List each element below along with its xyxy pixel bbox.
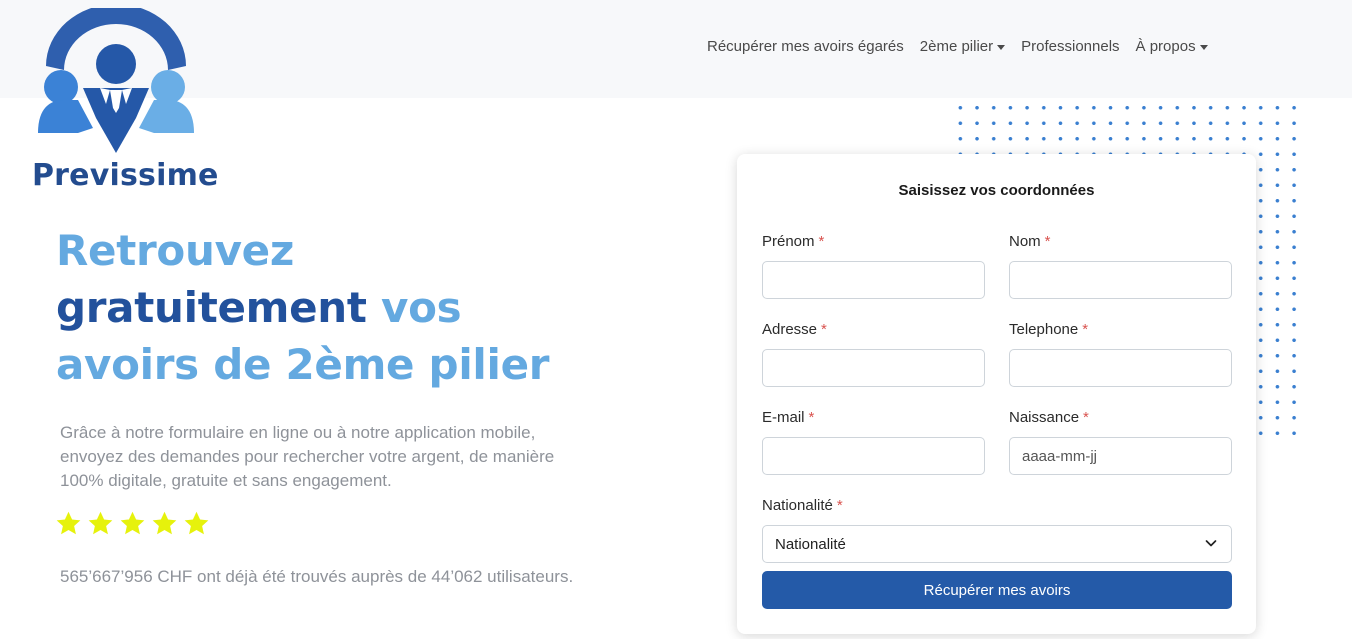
nationalite-label-text: Nationalité: [762, 497, 833, 514]
prenom-input[interactable]: [762, 261, 985, 299]
star-icon: [120, 511, 145, 535]
required-mark: *: [818, 233, 825, 250]
brand-name: Previssime: [32, 158, 219, 193]
email-label-text: E-mail: [762, 409, 805, 426]
hero-title-part3: vos: [381, 283, 462, 332]
main-nav: Récupérer mes avoirs égarés 2ème pilier …: [707, 38, 1208, 55]
naissance-input[interactable]: [1009, 437, 1232, 475]
nationalite-select[interactable]: Nationalité: [762, 525, 1232, 563]
nom-label: Nom *: [1009, 233, 1051, 250]
nom-input[interactable]: [1009, 261, 1232, 299]
nationalite-selected-value: Nationalité: [775, 536, 846, 553]
nav-item-label: À propos: [1135, 38, 1196, 55]
hero-description: Grâce à notre formulaire en ligne ou à n…: [60, 423, 555, 490]
naissance-label-text: Naissance: [1009, 409, 1080, 426]
nav-item-2eme-pilier[interactable]: 2ème pilier: [919, 38, 1006, 55]
nom-label-text: Nom: [1009, 233, 1041, 250]
star-icon: [56, 511, 81, 535]
nav-item-professionnels[interactable]: Professionnels: [1021, 38, 1119, 55]
adresse-input[interactable]: [762, 349, 985, 387]
nav-item-label: Professionnels: [1021, 38, 1120, 55]
caret-down-icon: [1199, 45, 1208, 50]
prenom-label: Prénom *: [762, 233, 824, 250]
nav-item-a-propos[interactable]: À propos: [1136, 38, 1208, 55]
required-mark: *: [836, 497, 843, 514]
contact-form-card: Saisissez vos coordonnées Prénom * Nom * A…: [737, 154, 1256, 634]
prenom-label-text: Prénom: [762, 233, 815, 250]
hero-title-part2: gratuitement: [56, 283, 367, 332]
telephone-label-text: Telephone: [1009, 321, 1079, 338]
required-mark: *: [821, 321, 827, 338]
required-mark: *: [808, 409, 815, 426]
nav-item-label: 2ème pilier: [919, 38, 994, 55]
submit-button[interactable]: Récupérer mes avoirs: [762, 571, 1232, 609]
hero-title-part1: Retrouvez: [56, 226, 294, 275]
hero-title: Retrouvez gratuitement vos avoirs de 2èm…: [56, 222, 616, 393]
adresse-label-text: Adresse: [762, 321, 818, 338]
nationalite-label: Nationalité *: [762, 497, 843, 514]
required-mark: *: [1083, 409, 1089, 426]
chevron-down-icon: [1205, 540, 1217, 547]
caret-down-icon: [997, 45, 1006, 50]
star-icon: [88, 511, 113, 535]
hero-title-part4: avoirs de 2ème pilier: [56, 340, 550, 389]
form-title: Saisissez vos coordonnées: [898, 182, 1095, 199]
email-input[interactable]: [762, 437, 985, 475]
telephone-input[interactable]: [1009, 349, 1232, 387]
logo-people-icon: [38, 8, 194, 153]
adresse-label: Adresse *: [762, 321, 827, 338]
email-label: E-mail *: [762, 409, 814, 426]
nav-item-recuperer[interactable]: Récupérer mes avoirs égarés: [707, 38, 904, 55]
required-mark: *: [1044, 233, 1051, 250]
rating-stars: [55, 510, 210, 537]
stats-text: 565’667’956 CHF ont déjà été trouvés aup…: [60, 567, 574, 586]
brand-logo[interactable]: Previssime: [28, 8, 218, 193]
nav-item-label: Récupérer mes avoirs égarés: [707, 38, 904, 55]
telephone-label: Telephone *: [1009, 321, 1088, 338]
required-mark: *: [1082, 321, 1089, 338]
star-icon: [184, 511, 209, 535]
naissance-label: Naissance *: [1009, 409, 1089, 426]
star-icon: [152, 511, 177, 535]
page: Previssime Récupérer mes avoirs égarés 2…: [0, 0, 1352, 639]
